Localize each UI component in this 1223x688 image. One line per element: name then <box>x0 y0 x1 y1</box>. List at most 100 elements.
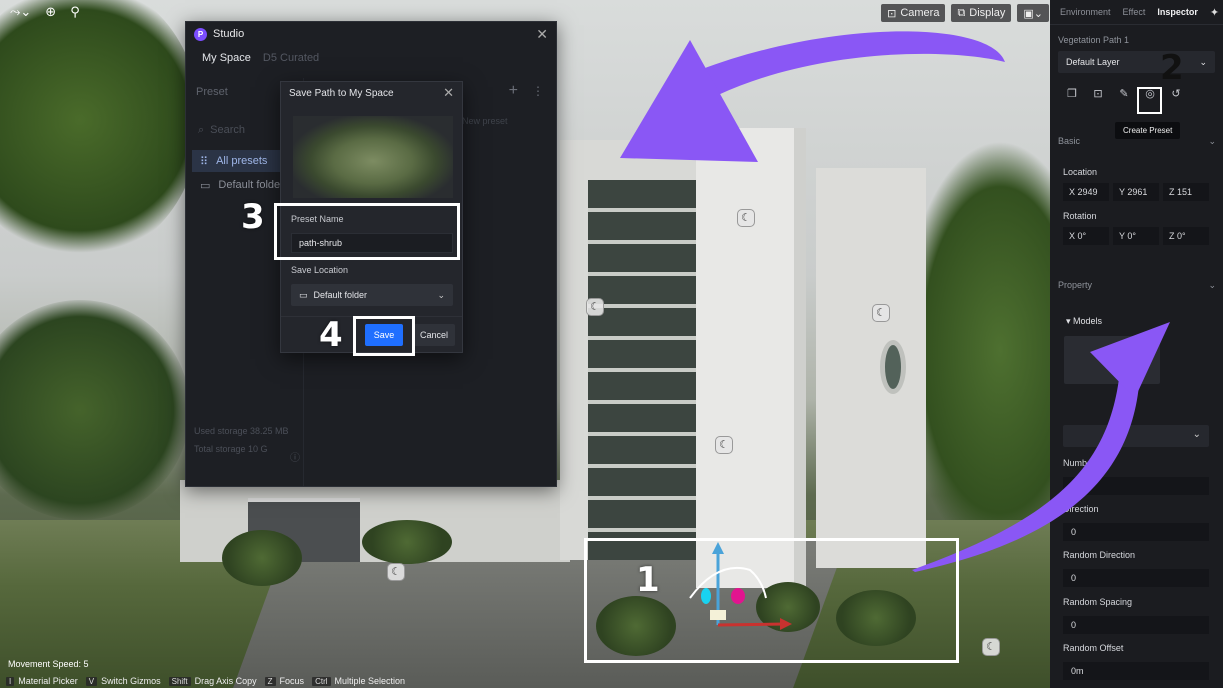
chevron-down-icon: ⌄ <box>1199 56 1207 67</box>
help-icon[interactable]: ⓘ <box>290 449 300 464</box>
building-right <box>816 168 926 568</box>
folder-label: All presets <box>216 155 268 167</box>
location-group: Location X 2949 Y 2961 Z 151 Rotation X … <box>1063 167 1209 245</box>
wand-icon[interactable]: ⚲ <box>70 4 80 20</box>
shortcut-key: Shift <box>168 676 191 686</box>
step-4-highlight <box>353 316 415 356</box>
shortcut-label: Material Picker <box>18 676 78 686</box>
shortcut-item: Shift Drag Axis Copy <box>168 676 261 686</box>
more-icon[interactable]: ⋮ <box>532 84 544 98</box>
cancel-button[interactable]: Cancel <box>413 324 455 346</box>
light-icon[interactable]: ☾ <box>715 436 733 454</box>
tab-my-space[interactable]: My Space <box>202 52 251 64</box>
viewport-toolbar: ⤳⌄ ⊕ ⚲ <box>10 4 80 20</box>
random-spacing-label: Random Spacing <box>1063 597 1133 607</box>
step-3-number: 3 <box>241 197 265 237</box>
models-label: ▾ Models <box>1066 316 1103 326</box>
basic-header[interactable]: Basic ⌄ <box>1058 136 1216 147</box>
random-direction-label: Random Direction <box>1063 550 1136 560</box>
random-offset-input[interactable]: 0m <box>1063 662 1209 680</box>
shrub[interactable] <box>222 530 302 586</box>
display-label: Display <box>969 7 1006 19</box>
movement-speed: Movement Speed: 5 <box>8 659 89 669</box>
render-icon: ▣⌄ <box>1023 7 1043 20</box>
edit-path-icon[interactable]: ✎ <box>1114 85 1134 103</box>
new-preset-hint: New preset <box>462 116 508 126</box>
models-label-text: Models <box>1073 316 1103 326</box>
model-thumbnail[interactable] <box>1064 336 1160 384</box>
number-input[interactable]: 5 <box>1063 477 1209 495</box>
light-icon[interactable]: ☾ <box>586 298 604 316</box>
studio-title: Studio <box>213 28 245 40</box>
camera-label: Camera <box>900 7 940 19</box>
tab-curated[interactable]: D5 Curated <box>263 52 319 64</box>
direction-input[interactable]: 0 <box>1063 523 1209 541</box>
camera-button[interactable]: ⊡ Camera <box>881 4 946 22</box>
shortcut-label: Focus <box>279 676 305 686</box>
rotation-label: Rotation <box>1063 211 1097 221</box>
close-icon[interactable]: ✕ <box>536 26 548 43</box>
shortcut-label: Multiple Selection <box>334 676 406 686</box>
focus-icon[interactable]: ⊡ <box>1088 85 1108 103</box>
random-direction-input[interactable]: 0 <box>1063 569 1209 587</box>
storage-info: Used storage 38.25 MB Total storage 10 G <box>194 422 289 458</box>
step-1-number: 1 <box>636 560 660 600</box>
location-x[interactable]: X 2949 <box>1063 183 1109 201</box>
studio-titlebar: P Studio ✕ <box>186 22 556 46</box>
light-icon[interactable]: ☾ <box>387 563 405 581</box>
chevron-down-icon: ⌄ <box>1208 280 1216 290</box>
step-2-highlight <box>1137 87 1162 114</box>
property-title: Property <box>1058 280 1093 290</box>
total-storage: Total storage 10 G <box>194 444 268 454</box>
rotation-y[interactable]: Y 0° <box>1113 227 1159 245</box>
tree-left-lower <box>0 300 190 520</box>
random-offset-label: Random Offset <box>1063 643 1124 653</box>
shortcut-key: V <box>85 676 98 686</box>
light-icon[interactable]: ☾ <box>737 209 755 227</box>
dialog-header: Save Path to My Space ✕ <box>281 82 462 104</box>
path-type-select[interactable]: ⌄ <box>1063 425 1209 447</box>
rotation-fields: X 0° Y 0° Z 0° <box>1063 227 1209 245</box>
property-header[interactable]: Property ⌄ <box>1058 280 1216 291</box>
render-button[interactable]: ▣⌄ <box>1017 4 1049 22</box>
location-z[interactable]: Z 151 <box>1163 183 1209 201</box>
direction-label: Direction <box>1063 504 1099 514</box>
location-y[interactable]: Y 2961 <box>1113 183 1159 201</box>
tab-inspector[interactable]: Inspector <box>1157 7 1198 17</box>
location-label: Location <box>1063 167 1098 177</box>
location-fields: X 2949 Y 2961 Z 151 <box>1063 183 1209 201</box>
globe-icon[interactable]: ⊕ <box>45 4 56 20</box>
tree-left <box>0 0 200 260</box>
rotation-x[interactable]: X 0° <box>1063 227 1109 245</box>
close-icon[interactable]: ✕ <box>443 85 454 101</box>
shrub[interactable] <box>362 520 452 564</box>
step-4-number: 4 <box>319 315 343 355</box>
viewport-buttons: ⊡ Camera ⧉ Display ▣⌄ <box>881 4 1049 22</box>
tab-environment[interactable]: Environment <box>1060 7 1111 17</box>
light-icon[interactable]: ☾ <box>872 304 890 322</box>
light-icon[interactable]: ☾ <box>982 638 1000 656</box>
save-location-select[interactable]: ▭ Default folder ⌄ <box>291 284 453 306</box>
tab-effect[interactable]: Effect <box>1123 7 1146 17</box>
chevron-down-icon: ⌄ <box>1192 429 1201 440</box>
studio-logo: P <box>194 27 207 41</box>
step-1-highlight <box>584 538 959 663</box>
rotation-z[interactable]: Z 0° <box>1163 227 1209 245</box>
step-3-highlight <box>274 203 460 260</box>
layer-select[interactable]: Default Layer ⌄ <box>1058 51 1215 73</box>
shortcut-item: Ctrl Multiple Selection <box>312 676 409 686</box>
sparkle-icon[interactable]: ✦ <box>1210 6 1219 19</box>
display-button[interactable]: ⧉ Display <box>951 4 1012 22</box>
folder-icon: ▭ <box>299 289 308 300</box>
search-placeholder: Search <box>210 124 246 136</box>
chevron-down-icon: ⌄ <box>437 289 445 300</box>
random-spacing-input[interactable]: 0 <box>1063 616 1209 634</box>
inspector-tabs: Environment Effect Inspector ✦ <box>1050 0 1223 24</box>
add-icon[interactable]: + <box>509 82 518 100</box>
copy-icon[interactable]: ❐ <box>1062 85 1082 103</box>
shortcut-key: Ctrl <box>312 676 331 686</box>
preset-thumbnail <box>293 116 453 198</box>
add-model-icon[interactable]: + <box>1130 348 1141 369</box>
transform-icon[interactable]: ⤳⌄ <box>10 4 31 20</box>
folder-label: Default folder <box>218 179 284 191</box>
